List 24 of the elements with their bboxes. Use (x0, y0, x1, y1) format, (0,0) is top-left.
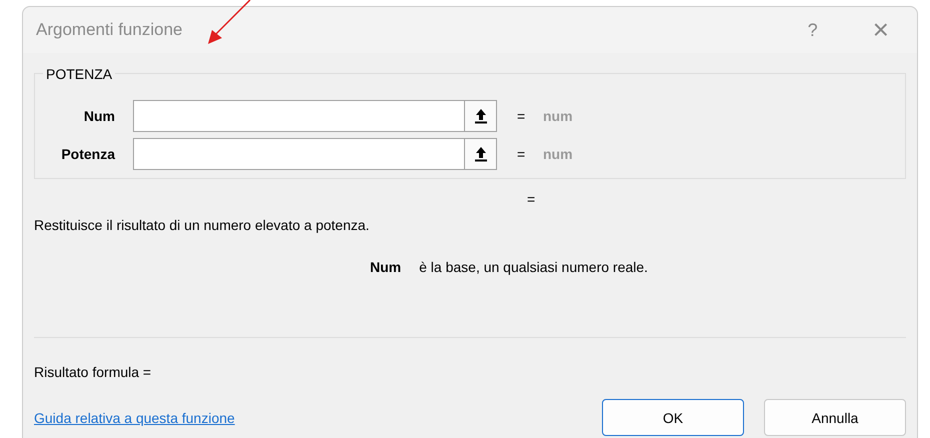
input-field[interactable] (133, 138, 497, 170)
argument-label: Num (82, 108, 115, 124)
window-title: Argomenti funzione (36, 20, 184, 40)
close-button[interactable]: × (872, 14, 889, 46)
cancel-button[interactable]: Annulla (764, 399, 906, 436)
collapse-button[interactable] (464, 139, 496, 169)
formula-result: Risultato formula = (34, 364, 152, 380)
ok-button[interactable]: OK (602, 399, 744, 436)
argument-result: num (543, 108, 573, 124)
help-button[interactable]: ? (808, 20, 818, 40)
upload-arrow-icon (474, 108, 488, 124)
input-field[interactable] (133, 100, 497, 132)
argument-name: Num (370, 259, 402, 275)
argument-description: è la base, un qualsiasi numero reale. (419, 259, 648, 275)
upload-arrow-icon (474, 146, 488, 162)
equals-sign: = (527, 191, 536, 207)
help-link[interactable]: Guida relativa a questa funzione (34, 410, 235, 426)
equals-sign: = (517, 146, 526, 162)
argument-result: num (543, 146, 573, 162)
equals-sign: = (517, 108, 526, 124)
argument-label: Potenza (60, 146, 115, 162)
group-title: POTENZA (43, 66, 116, 82)
collapse-button[interactable] (464, 101, 496, 131)
function-description: Restituisce il risultato di un numero elevato a potenza. (34, 217, 370, 233)
